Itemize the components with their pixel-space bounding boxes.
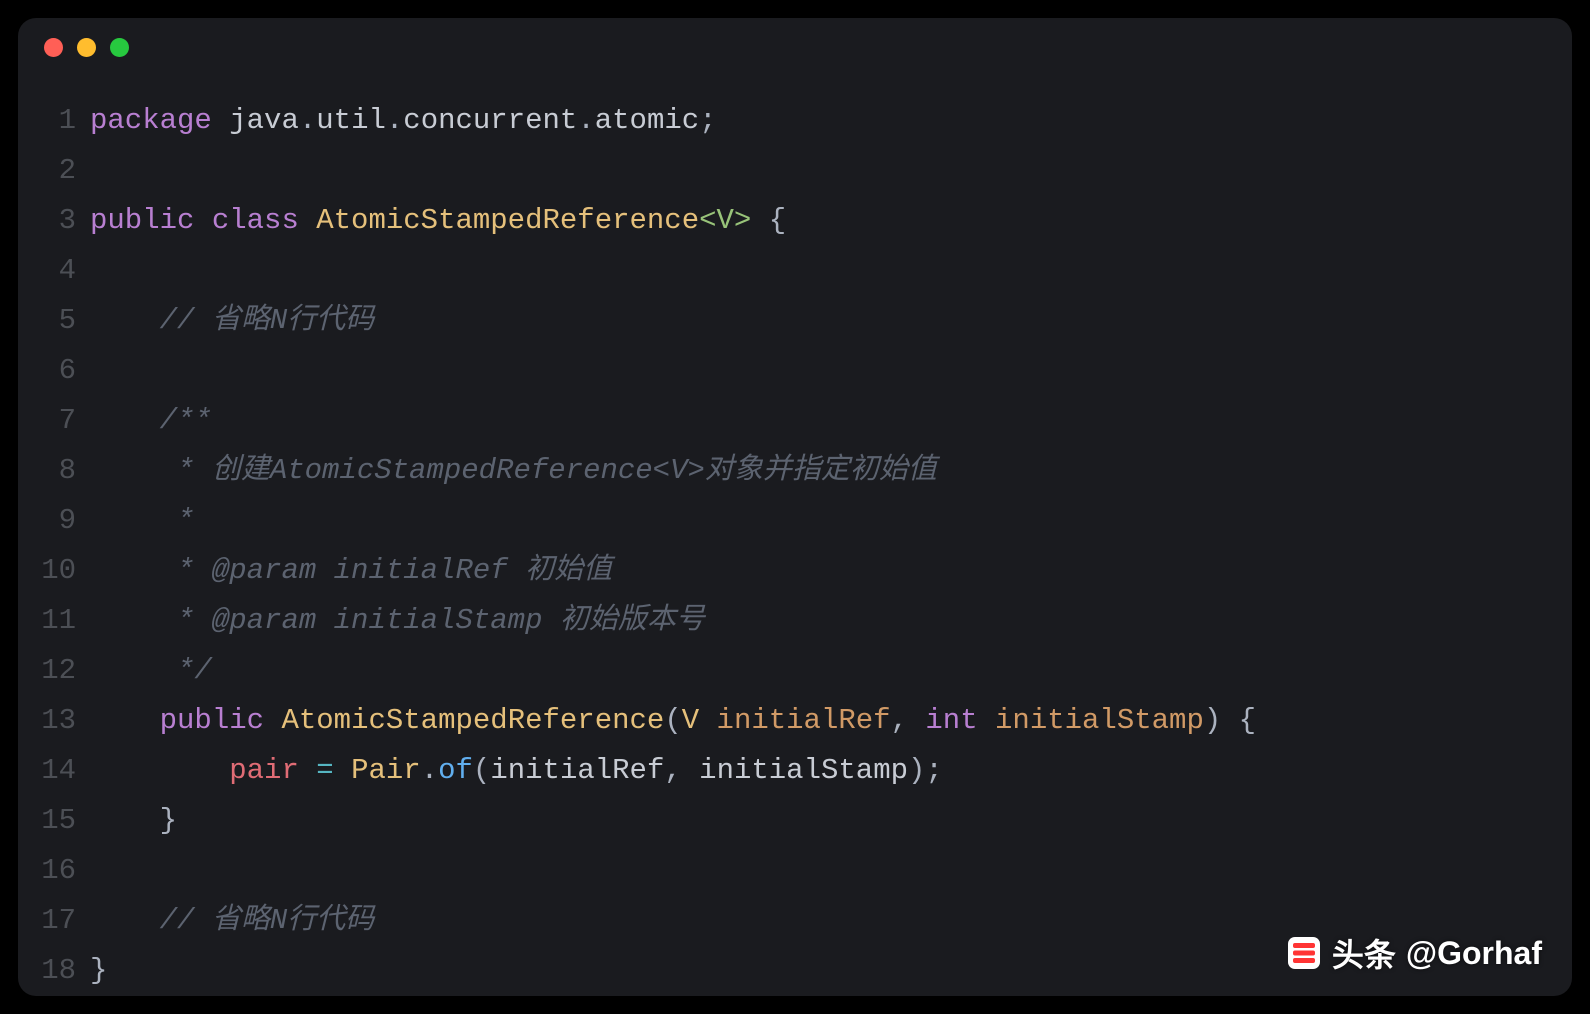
code-content[interactable] — [90, 346, 1572, 396]
line-number: 5 — [18, 296, 90, 346]
code-content[interactable] — [90, 146, 1572, 196]
code-content[interactable]: } — [90, 796, 1572, 846]
line-number: 6 — [18, 346, 90, 396]
code-content[interactable]: /** — [90, 396, 1572, 446]
code-line: 14 pair = Pair.of(initialRef, initialSta… — [18, 746, 1572, 796]
code-line: 6 — [18, 346, 1572, 396]
code-content[interactable]: * @param initialStamp 初始版本号 — [90, 596, 1572, 646]
watermark-prefix: 头条 — [1332, 930, 1396, 976]
code-content[interactable]: public AtomicStampedReference(V initialR… — [90, 696, 1572, 746]
code-line: 3public class AtomicStampedReference<V> … — [18, 196, 1572, 246]
toutiao-logo-icon — [1286, 935, 1322, 971]
code-content[interactable]: pair = Pair.of(initialRef, initialStamp)… — [90, 746, 1572, 796]
code-line: 15 } — [18, 796, 1572, 846]
code-content[interactable]: * — [90, 496, 1572, 546]
line-number: 13 — [18, 696, 90, 746]
code-content[interactable]: public class AtomicStampedReference<V> { — [90, 196, 1572, 246]
code-content[interactable]: * 创建AtomicStampedReference<V>对象并指定初始值 — [90, 446, 1572, 496]
code-line: 4 — [18, 246, 1572, 296]
line-number: 16 — [18, 846, 90, 896]
watermark-handle: @Gorhaf — [1406, 935, 1542, 972]
code-content[interactable]: // 省略N行代码 — [90, 296, 1572, 346]
code-line: 9 * — [18, 496, 1572, 546]
line-number: 14 — [18, 746, 90, 796]
code-line: 12 */ — [18, 646, 1572, 696]
close-icon[interactable] — [44, 38, 63, 57]
code-content[interactable]: * @param initialRef 初始值 — [90, 546, 1572, 596]
code-line: 2 — [18, 146, 1572, 196]
line-number: 4 — [18, 246, 90, 296]
line-number: 11 — [18, 596, 90, 646]
code-line: 13 public AtomicStampedReference(V initi… — [18, 696, 1572, 746]
line-number: 8 — [18, 446, 90, 496]
code-window: 1package java.util.concurrent.atomic;2 3… — [18, 18, 1572, 996]
titlebar — [18, 18, 1572, 76]
line-number: 2 — [18, 146, 90, 196]
code-line: 7 /** — [18, 396, 1572, 446]
code-content[interactable]: package java.util.concurrent.atomic; — [90, 96, 1572, 146]
zoom-icon[interactable] — [110, 38, 129, 57]
code-line: 16 — [18, 846, 1572, 896]
minimize-icon[interactable] — [77, 38, 96, 57]
line-number: 18 — [18, 946, 90, 996]
line-number: 9 — [18, 496, 90, 546]
code-line: 10 * @param initialRef 初始值 — [18, 546, 1572, 596]
code-editor[interactable]: 1package java.util.concurrent.atomic;2 3… — [18, 96, 1572, 996]
code-line: 11 * @param initialStamp 初始版本号 — [18, 596, 1572, 646]
code-line: 1package java.util.concurrent.atomic; — [18, 96, 1572, 146]
code-content[interactable] — [90, 846, 1572, 896]
code-line: 5 // 省略N行代码 — [18, 296, 1572, 346]
line-number: 12 — [18, 646, 90, 696]
code-content[interactable]: */ — [90, 646, 1572, 696]
watermark: 头条 @Gorhaf — [1286, 930, 1542, 976]
line-number: 7 — [18, 396, 90, 446]
line-number: 15 — [18, 796, 90, 846]
line-number: 17 — [18, 896, 90, 946]
line-number: 10 — [18, 546, 90, 596]
code-content[interactable] — [90, 246, 1572, 296]
line-number: 3 — [18, 196, 90, 246]
code-line: 8 * 创建AtomicStampedReference<V>对象并指定初始值 — [18, 446, 1572, 496]
line-number: 1 — [18, 96, 90, 146]
